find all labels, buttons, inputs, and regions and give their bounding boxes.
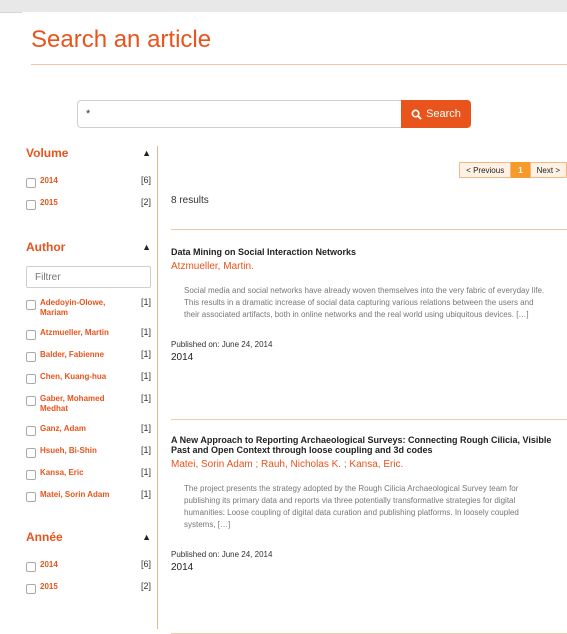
facet-annee-header[interactable]: Année ▲ [26,530,151,550]
checkbox[interactable] [26,470,36,480]
facet-item-author[interactable]: Balder, Fabienne [1] [26,346,151,368]
facet-author-header[interactable]: Author ▲ [26,240,151,260]
results-count: 8 results [171,195,209,206]
facet-author-title: Author [26,240,66,254]
author-filter-input[interactable] [26,266,151,288]
facet-item-label[interactable]: Gaber, Mohamed Medhat [40,394,125,414]
facet-item-author[interactable]: Matei, Sorin Adam [1] [26,486,151,508]
result-title[interactable]: A New Approach to Reporting Archaeologic… [171,435,567,455]
checkbox[interactable] [26,374,36,384]
search-input[interactable] [77,100,401,128]
result-year: 2014 [171,562,194,573]
result-item: A New Approach to Reporting Archaeologic… [171,435,567,573]
search-button[interactable]: Search [401,100,471,128]
facet-item-author[interactable]: Atzmueller, Martin [1] [26,324,151,346]
page: Search an article Search Volume ▲ 2014 [… [22,12,567,634]
facet-item-count: [2] [140,197,151,207]
facet-item-volume-2014[interactable]: 2014 [6] [26,172,151,194]
sidebar-divider [157,146,158,629]
chevron-up-icon[interactable]: ▲ [142,148,151,158]
checkbox[interactable] [26,492,36,502]
facet-item-count: [1] [140,327,151,337]
chevron-up-icon[interactable]: ▲ [142,532,151,542]
result-year: 2014 [171,352,194,363]
checkbox[interactable] [26,426,36,436]
result-authors[interactable]: Atzmueller, Martin. [171,261,567,272]
checkbox[interactable] [26,178,36,188]
facet-item-annee-2014[interactable]: 2014 [6] [26,556,151,578]
facet-item-count: [1] [140,297,151,307]
facet-item-author[interactable]: Gaber, Mohamed Medhat [1] [26,390,151,420]
result-item: Data Mining on Social Interaction Networ… [171,247,567,363]
checkbox[interactable] [26,300,36,310]
facet-item-count: [1] [140,467,151,477]
result-title[interactable]: Data Mining on Social Interaction Networ… [171,247,567,257]
facet-item-label[interactable]: Chen, Kuang-hua [40,372,125,382]
facet-item-label[interactable]: 2014 [40,176,125,186]
facet-item-author[interactable]: Chen, Kuang-hua [1] [26,368,151,390]
facet-item-count: [1] [140,371,151,381]
facet-item-count: [6] [140,175,151,185]
facet-volume-header[interactable]: Volume ▲ [26,146,151,166]
facet-item-author[interactable]: Ganz, Adam [1] [26,420,151,442]
checkbox[interactable] [26,584,36,594]
current-page[interactable]: 1 [511,162,530,178]
facet-item-label[interactable]: 2015 [40,582,125,592]
facet-item-label[interactable]: Matei, Sorin Adam [40,490,125,500]
facet-item-label[interactable]: 2014 [40,560,125,570]
divider [171,419,567,420]
title-divider [31,64,567,65]
facet-item-count: [2] [140,581,151,591]
checkbox[interactable] [26,562,36,572]
checkbox[interactable] [26,200,36,210]
next-page-button[interactable]: Next > [529,162,567,178]
result-authors[interactable]: Matei, Sorin Adam ; Rauh, Nicholas K. ; … [171,459,567,470]
search-icon [411,109,422,120]
facet-item-author[interactable]: Kansa, Eric [1] [26,464,151,486]
divider [171,229,567,230]
checkbox[interactable] [26,352,36,362]
result-abstract: The project presents the strategy adopte… [184,484,519,529]
facet-volume-title: Volume [26,146,69,160]
result-published-date: Published on: June 24, 2014 [171,340,273,349]
facet-item-label[interactable]: Balder, Fabienne [40,350,125,360]
facet-item-count: [1] [140,393,151,403]
facet-sidebar: Volume ▲ 2014 [6] 2015 [2] Author ▲ Aded… [26,146,151,600]
facet-item-label[interactable]: Ganz, Adam [40,424,125,434]
result-abstract: Social media and social networks have al… [184,286,545,319]
result-published-date: Published on: June 24, 2014 [171,550,273,559]
facet-item-label[interactable]: Atzmueller, Martin [40,328,125,338]
search-button-label: Search [426,108,461,120]
facet-item-count: [6] [140,559,151,569]
facet-item-count: [1] [140,489,151,499]
facet-item-label[interactable]: Adedoyin-Olowe, Mariam [40,298,125,318]
checkbox[interactable] [26,330,36,340]
facet-item-author[interactable]: Hsueh, Bi-Shin [1] [26,442,151,464]
facet-item-author[interactable]: Adedoyin-Olowe, Mariam [1] [26,294,151,324]
checkbox[interactable] [26,396,36,406]
page-title: Search an article [31,26,212,53]
facet-annee-title: Année [26,530,63,544]
facet-item-volume-2015[interactable]: 2015 [2] [26,194,151,216]
checkbox[interactable] [26,448,36,458]
facet-item-label[interactable]: Hsueh, Bi-Shin [40,446,125,456]
facet-item-annee-2015[interactable]: 2015 [2] [26,578,151,600]
facet-item-label[interactable]: 2015 [40,198,125,208]
previous-page-button[interactable]: < Previous [459,162,512,178]
facet-item-count: [1] [140,423,151,433]
chevron-up-icon[interactable]: ▲ [142,242,151,252]
facet-item-count: [1] [140,445,151,455]
facet-item-label[interactable]: Kansa, Eric [40,468,125,478]
pagination: < Previous 1 Next > [459,162,567,178]
facet-item-count: [1] [140,349,151,359]
